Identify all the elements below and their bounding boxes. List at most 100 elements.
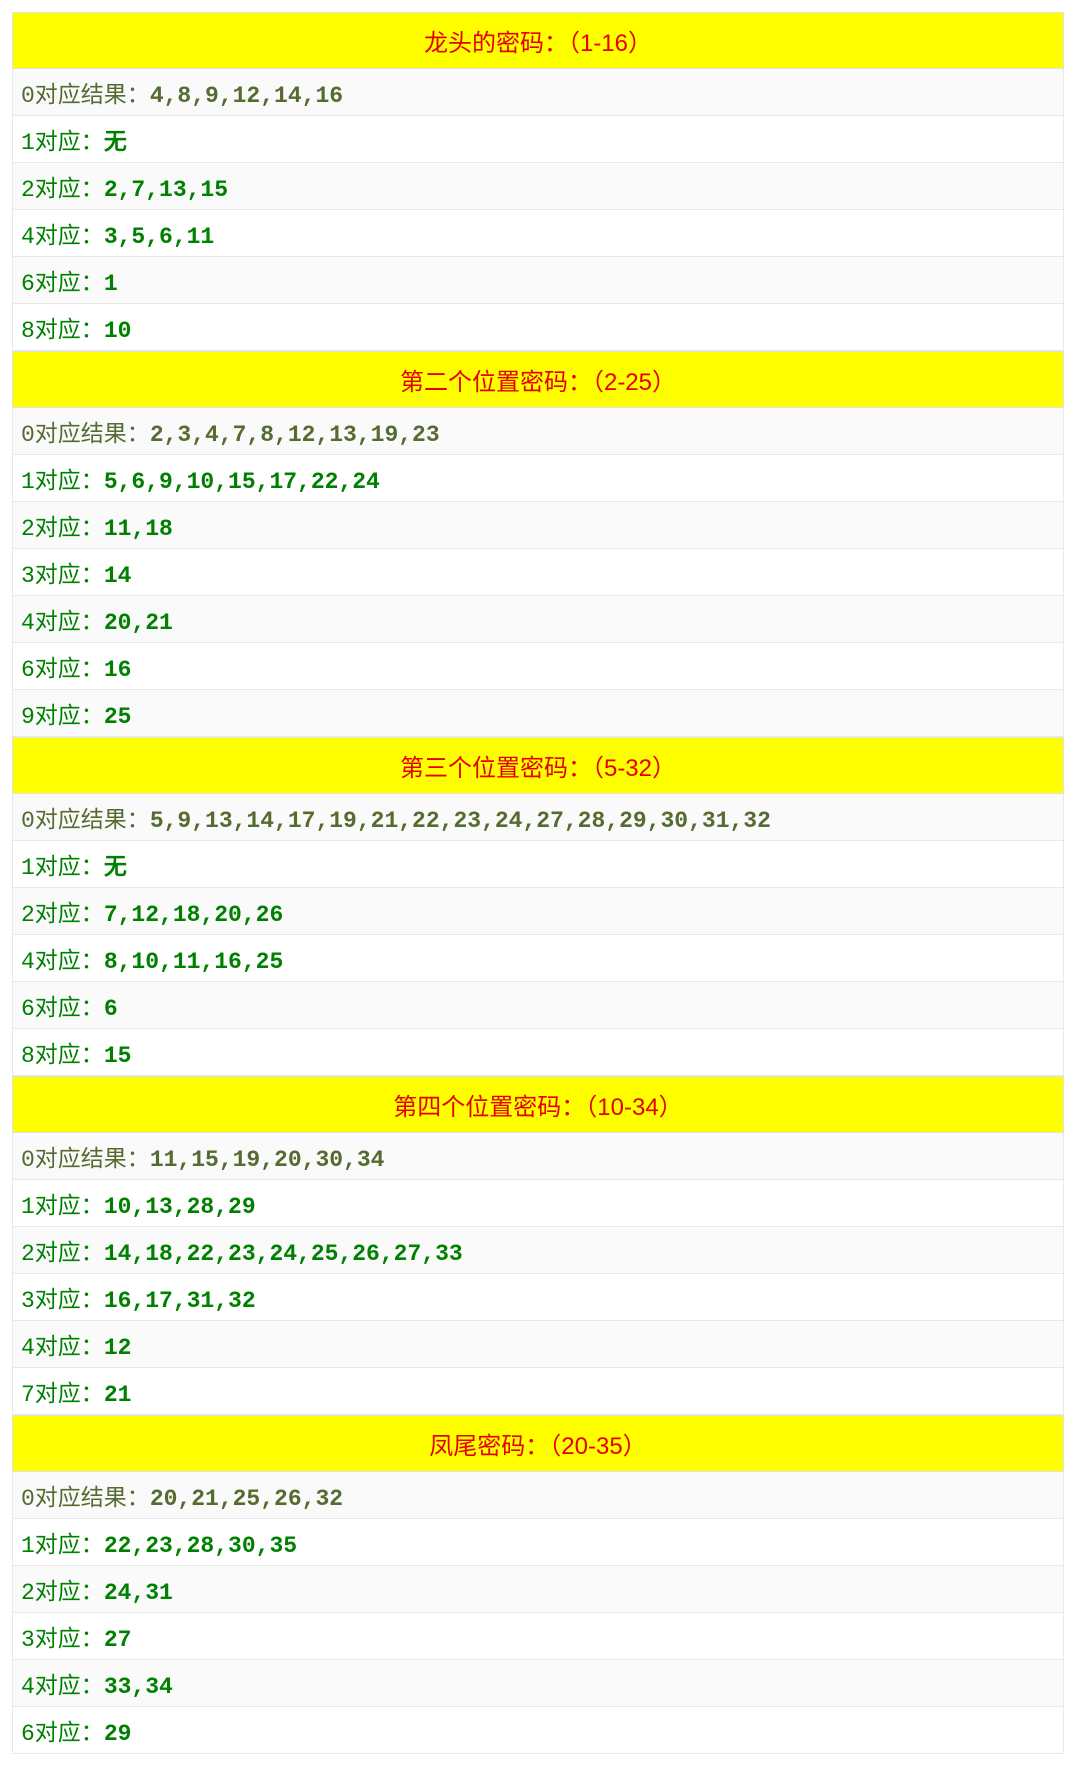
row-key: 0对应结果：: [21, 1486, 150, 1512]
row-key: 4对应：: [21, 224, 104, 250]
table-row: 6对应：16: [12, 643, 1064, 690]
row-value: 10,13,28,29: [104, 1194, 256, 1220]
table-row: 4对应：20,21: [12, 596, 1064, 643]
table-row: 0对应结果：4,8,9,12,14,16: [12, 69, 1064, 116]
row-value: 4,8,9,12,14,16: [150, 83, 343, 109]
row-key: 2对应：: [21, 1241, 104, 1267]
row-value: 无: [104, 130, 127, 156]
row-value: 33,34: [104, 1674, 173, 1700]
row-value: 21: [104, 1382, 132, 1408]
row-value: 25: [104, 704, 132, 730]
row-value: 14: [104, 563, 132, 589]
row-value: 7,12,18,20,26: [104, 902, 283, 928]
table-row: 0对应结果：2,3,4,7,8,12,13,19,23: [12, 408, 1064, 455]
row-key: 4对应：: [21, 1335, 104, 1361]
row-key: 2对应：: [21, 177, 104, 203]
row-key: 7对应：: [21, 1382, 104, 1408]
row-value: 20,21: [104, 610, 173, 636]
row-key: 8对应：: [21, 1043, 104, 1069]
table-row: 1对应：5,6,9,10,15,17,22,24: [12, 455, 1064, 502]
section-header: 第四个位置密码：（10-34）: [12, 1076, 1064, 1133]
row-value: 11,18: [104, 516, 173, 542]
table-row: 2对应：14,18,22,23,24,25,26,27,33: [12, 1227, 1064, 1274]
table-row: 3对应：16,17,31,32: [12, 1274, 1064, 1321]
row-value: 16: [104, 657, 132, 683]
row-key: 9对应：: [21, 704, 104, 730]
row-key: 4对应：: [21, 1674, 104, 1700]
table-row: 4对应：33,34: [12, 1660, 1064, 1707]
row-value: 24,31: [104, 1580, 173, 1606]
row-value: 15: [104, 1043, 132, 1069]
table-row: 0对应结果：20,21,25,26,32: [12, 1472, 1064, 1519]
table-row: 0对应结果：5,9,13,14,17,19,21,22,23,24,27,28,…: [12, 794, 1064, 841]
table-row: 6对应：29: [12, 1707, 1064, 1754]
row-key: 6对应：: [21, 1721, 104, 1747]
row-key: 1对应：: [21, 1194, 104, 1220]
table-row: 8对应：15: [12, 1029, 1064, 1076]
row-value: 20,21,25,26,32: [150, 1486, 343, 1512]
row-value: 3,5,6,11: [104, 224, 214, 250]
row-value: 10: [104, 318, 132, 344]
row-value: 2,7,13,15: [104, 177, 228, 203]
row-key: 0对应结果：: [21, 1147, 150, 1173]
row-key: 0对应结果：: [21, 808, 150, 834]
row-value: 22,23,28,30,35: [104, 1533, 297, 1559]
row-key: 2对应：: [21, 902, 104, 928]
table-row: 4对应：3,5,6,11: [12, 210, 1064, 257]
table-row: 3对应：14: [12, 549, 1064, 596]
section: 龙头的密码：（1-16）0对应结果：4,8,9,12,14,161对应：无2对应…: [12, 12, 1064, 351]
row-value: 16,17,31,32: [104, 1288, 256, 1314]
table-row: 0对应结果：11,15,19,20,30,34: [12, 1133, 1064, 1180]
section: 第四个位置密码：（10-34）0对应结果：11,15,19,20,30,341对…: [12, 1076, 1064, 1415]
row-value: 5,6,9,10,15,17,22,24: [104, 469, 380, 495]
table-row: 1对应：22,23,28,30,35: [12, 1519, 1064, 1566]
row-value: 29: [104, 1721, 132, 1747]
row-value: 1: [104, 271, 118, 297]
row-value: 6: [104, 996, 118, 1022]
row-key: 3对应：: [21, 563, 104, 589]
row-value: 12: [104, 1335, 132, 1361]
table-row: 3对应：27: [12, 1613, 1064, 1660]
section-header: 第三个位置密码：（5-32）: [12, 737, 1064, 794]
table-row: 8对应：10: [12, 304, 1064, 351]
table-row: 6对应：6: [12, 982, 1064, 1029]
table-row: 4对应：8,10,11,16,25: [12, 935, 1064, 982]
row-value: 27: [104, 1627, 132, 1653]
table-row: 1对应：无: [12, 116, 1064, 163]
row-value: 无: [104, 855, 127, 881]
table-row: 2对应：11,18: [12, 502, 1064, 549]
table-row: 1对应：10,13,28,29: [12, 1180, 1064, 1227]
table-row: 2对应：2,7,13,15: [12, 163, 1064, 210]
row-key: 2对应：: [21, 1580, 104, 1606]
row-value: 14,18,22,23,24,25,26,27,33: [104, 1241, 463, 1267]
table-row: 2对应：7,12,18,20,26: [12, 888, 1064, 935]
section-header: 龙头的密码：（1-16）: [12, 12, 1064, 69]
row-value: 11,15,19,20,30,34: [150, 1147, 385, 1173]
section: 第二个位置密码：（2-25）0对应结果：2,3,4,7,8,12,13,19,2…: [12, 351, 1064, 737]
table-container: 龙头的密码：（1-16）0对应结果：4,8,9,12,14,161对应：无2对应…: [12, 12, 1064, 1754]
row-key: 3对应：: [21, 1627, 104, 1653]
row-value: 2,3,4,7,8,12,13,19,23: [150, 422, 440, 448]
table-row: 2对应：24,31: [12, 1566, 1064, 1613]
row-key: 6对应：: [21, 996, 104, 1022]
table-row: 1对应：无: [12, 841, 1064, 888]
row-key: 3对应：: [21, 1288, 104, 1314]
row-key: 4对应：: [21, 610, 104, 636]
row-value: 8,10,11,16,25: [104, 949, 283, 975]
row-key: 1对应：: [21, 1533, 104, 1559]
section-header: 第二个位置密码：（2-25）: [12, 351, 1064, 408]
table-row: 6对应：1: [12, 257, 1064, 304]
row-key: 1对应：: [21, 469, 104, 495]
row-value: 5,9,13,14,17,19,21,22,23,24,27,28,29,30,…: [150, 808, 771, 834]
row-key: 6对应：: [21, 271, 104, 297]
row-key: 1对应：: [21, 130, 104, 156]
section: 凤尾密码：（20-35）0对应结果：20,21,25,26,321对应：22,2…: [12, 1415, 1064, 1754]
row-key: 0对应结果：: [21, 83, 150, 109]
row-key: 8对应：: [21, 318, 104, 344]
row-key: 0对应结果：: [21, 422, 150, 448]
table-row: 4对应：12: [12, 1321, 1064, 1368]
row-key: 4对应：: [21, 949, 104, 975]
row-key: 1对应：: [21, 855, 104, 881]
table-row: 9对应：25: [12, 690, 1064, 737]
table-row: 7对应：21: [12, 1368, 1064, 1415]
